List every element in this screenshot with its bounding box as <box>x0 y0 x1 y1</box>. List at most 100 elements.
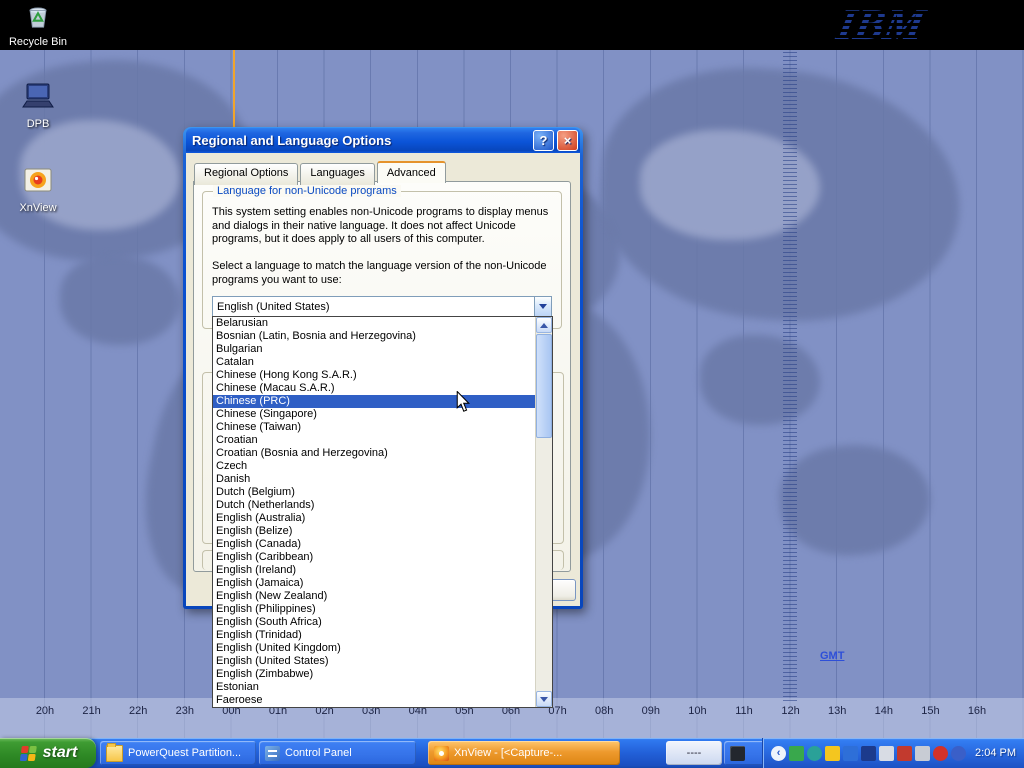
start-label: start <box>43 744 78 762</box>
language-select[interactable]: English (United States) <box>212 296 552 317</box>
tray-icon-3[interactable] <box>825 746 840 761</box>
gmt-label: GMT <box>820 650 844 662</box>
language-option[interactable]: Faeroese <box>213 694 535 707</box>
language-option[interactable]: Bulgarian <box>213 343 535 356</box>
folder-icon <box>106 745 123 762</box>
tray-icon-9[interactable] <box>933 746 948 761</box>
language-option[interactable]: Dutch (Netherlands) <box>213 499 535 512</box>
language-option[interactable]: Danish <box>213 473 535 486</box>
language-option[interactable]: Chinese (Macau S.A.R.) <box>213 382 535 395</box>
tab-regional-options[interactable]: Regional Options <box>194 163 298 185</box>
language-option[interactable]: Estonian <box>213 681 535 694</box>
laptop-icon <box>20 82 56 112</box>
language-option[interactable]: English (Belize) <box>213 525 535 538</box>
language-option[interactable]: Croatian (Bosnia and Herzegovina) <box>213 447 535 460</box>
language-option[interactable]: Croatian <box>213 434 535 447</box>
dark-app-icon <box>730 746 745 761</box>
ibm-logo: IBM <box>833 2 934 48</box>
wallpaper-continent <box>60 255 180 345</box>
language-option[interactable]: Catalan <box>213 356 535 369</box>
hour-label: 14h <box>867 705 901 717</box>
language-option[interactable]: English (Trinidad) <box>213 629 535 642</box>
hour-label: 12h <box>774 705 808 717</box>
xnview-logo-icon <box>22 164 54 196</box>
taskbar-button-xnview[interactable]: XnView - [<Capture-... <box>428 741 620 765</box>
language-option[interactable]: English (Jamaica) <box>213 577 535 590</box>
start-button[interactable]: start <box>0 738 96 768</box>
help-button[interactable]: ? <box>533 130 554 151</box>
chevron-up-icon <box>540 323 548 328</box>
tray-icon-8[interactable] <box>915 746 930 761</box>
groupbox-instruction: Select a language to match the language … <box>212 260 557 287</box>
wallpaper-dateline-hatch <box>783 52 797 702</box>
hour-label: 21h <box>75 705 109 717</box>
hour-label: 11h <box>727 705 761 717</box>
system-tray: ‹ 2:04 PM <box>762 738 1024 768</box>
hour-label: 16h <box>960 705 994 717</box>
taskbar-button-control-panel[interactable]: Control Panel <box>259 741 416 765</box>
language-option[interactable]: Dutch (Belgium) <box>213 486 535 499</box>
language-option[interactable]: Chinese (PRC) <box>213 395 535 408</box>
language-option[interactable]: English (United States) <box>213 655 535 668</box>
mouse-cursor <box>456 391 470 418</box>
chevron-down-icon <box>540 697 548 702</box>
language-option[interactable]: English (New Zealand) <box>213 590 535 603</box>
recycle-bin-icon[interactable]: Recycle Bin <box>8 2 68 48</box>
scroll-up-button[interactable] <box>536 317 552 333</box>
language-option[interactable]: English (Philippines) <box>213 603 535 616</box>
tray-icon-5[interactable] <box>861 746 876 761</box>
language-option[interactable]: English (United Kingdom) <box>213 642 535 655</box>
windows-logo-icon <box>19 745 38 762</box>
hour-label: 20h <box>28 705 62 717</box>
dropdown-scrollbar[interactable] <box>535 317 552 707</box>
language-option[interactable]: Czech <box>213 460 535 473</box>
hour-label: 10h <box>680 705 714 717</box>
task-button-label: PowerQuest Partition... <box>128 747 241 759</box>
groupbox-title: Language for non-Unicode programs <box>213 185 401 197</box>
chevron-down-icon <box>539 304 547 309</box>
hour-label: 15h <box>913 705 947 717</box>
tray-icon-10[interactable] <box>951 746 966 761</box>
tray-icon-7[interactable] <box>897 746 912 761</box>
dialog-titlebar[interactable]: Regional and Language Options ? × <box>186 128 580 153</box>
dialog-tabs: Regional OptionsLanguagesAdvanced <box>194 161 448 183</box>
hour-label: 22h <box>121 705 155 717</box>
language-dropdown-list: BelarusianBosnian (Latin, Bosnia and Her… <box>212 316 553 708</box>
hour-label: 08h <box>587 705 621 717</box>
language-option[interactable]: English (South Africa) <box>213 616 535 629</box>
taskbar-button-powerquest[interactable]: PowerQuest Partition... <box>100 741 256 765</box>
tray-icon-2[interactable] <box>807 746 822 761</box>
tray-icon-6[interactable] <box>879 746 894 761</box>
language-option[interactable]: English (Ireland) <box>213 564 535 577</box>
language-option[interactable]: Chinese (Singapore) <box>213 408 535 421</box>
language-list: BelarusianBosnian (Latin, Bosnia and Her… <box>213 317 535 707</box>
close-button[interactable]: × <box>557 130 578 151</box>
task-button-label: Control Panel <box>285 747 352 759</box>
groupbox-description: This system setting enables non-Unicode … <box>212 206 557 247</box>
wallpaper-continent <box>700 335 820 425</box>
xnview-icon <box>434 746 449 761</box>
language-option[interactable]: Bosnian (Latin, Bosnia and Herzegovina) <box>213 330 535 343</box>
language-option[interactable]: English (Australia) <box>213 512 535 525</box>
recycle-bin-label: Recycle Bin <box>8 36 68 48</box>
language-option[interactable]: English (Canada) <box>213 538 535 551</box>
scroll-down-button[interactable] <box>536 691 552 707</box>
language-option[interactable]: Chinese (Taiwan) <box>213 421 535 434</box>
language-option[interactable]: English (Zimbabwe) <box>213 668 535 681</box>
taskbar-button-dashes[interactable]: ---- <box>666 741 722 765</box>
tray-icon-4[interactable] <box>843 746 858 761</box>
tray-icon-1[interactable] <box>789 746 804 761</box>
tab-languages[interactable]: Languages <box>300 163 374 185</box>
scrollbar-thumb[interactable] <box>536 334 552 438</box>
language-option[interactable]: Belarusian <box>213 317 535 330</box>
tray-collapse-button[interactable]: ‹ <box>771 746 786 761</box>
language-groupbox: Language for non-Unicode programs This s… <box>202 191 562 329</box>
language-option[interactable]: Chinese (Hong Kong S.A.R.) <box>213 369 535 382</box>
combo-dropdown-button[interactable] <box>534 297 551 316</box>
desktop-icon-xnview[interactable]: XnView <box>8 164 68 214</box>
desktop-icon-label: XnView <box>8 202 68 214</box>
tab-advanced[interactable]: Advanced <box>377 161 446 183</box>
desktop-icon-dpb[interactable]: DPB <box>8 82 68 130</box>
language-option[interactable]: English (Caribbean) <box>213 551 535 564</box>
top-black-bar: Recycle Bin IBM <box>0 0 1024 50</box>
